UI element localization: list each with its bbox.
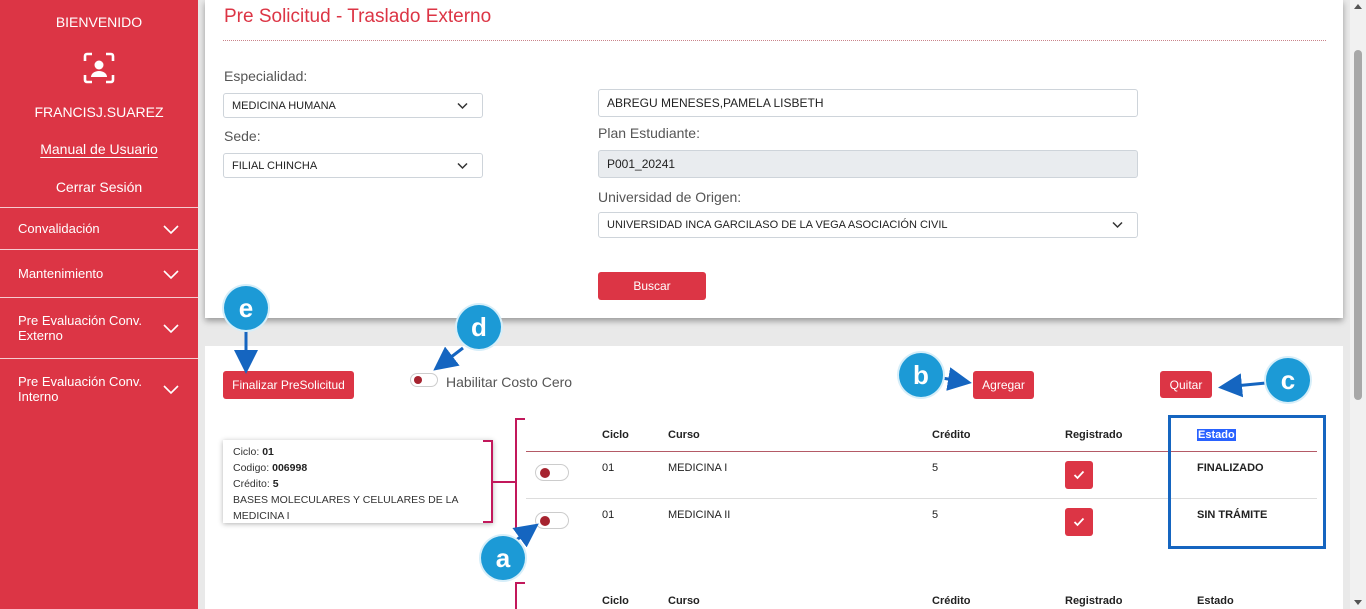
scroll-down-icon[interactable] — [1354, 600, 1362, 605]
annotation-badge-e: e — [224, 286, 268, 330]
sidebar-item-label: Pre Evaluación Conv. Interno — [18, 374, 143, 404]
header-credito: Crédito — [932, 429, 971, 441]
row1-curso: MEDICINA I — [668, 462, 728, 474]
row2-curso: MEDICINA II — [668, 509, 731, 521]
logout-link[interactable]: Cerrar Sesión — [0, 179, 198, 195]
sidebar-item-label: Mantenimiento — [18, 266, 104, 281]
table2-header-curso: Curso — [668, 595, 700, 607]
estado-highlight-box — [1168, 415, 1326, 549]
annotation-badge-a: a — [481, 536, 525, 580]
scroll-up-icon[interactable] — [1354, 4, 1362, 9]
costo-cero-toggle[interactable] — [410, 373, 438, 387]
row-select-toggle[interactable] — [535, 464, 569, 481]
search-form-card: Pre Solicitud - Traslado Externo Especia… — [205, 0, 1343, 318]
table2-header-estado: Estado — [1197, 595, 1234, 607]
page-scrollbar[interactable] — [1350, 0, 1366, 609]
finalizar-presolicitud-button[interactable]: Finalizar PreSolicitud — [223, 371, 354, 399]
universidad-label: Universidad de Origen: — [598, 189, 742, 205]
especialidad-select[interactable]: MEDICINA HUMANA — [223, 93, 483, 118]
tooltip-credito: Crédito: 5 — [233, 476, 483, 492]
plan-value: P001_20241 — [607, 157, 676, 171]
row2-credito: 5 — [932, 509, 939, 521]
header-curso: Curso — [668, 429, 700, 441]
sidebar-item-label: Pre Evaluación Conv. Externo — [18, 313, 143, 343]
sidebar-menu: Convalidación Mantenimiento Pre Evaluaci… — [0, 207, 198, 419]
sidebar-item-convalidacion[interactable]: Convalidación — [0, 207, 198, 249]
chevron-down-icon — [1112, 221, 1123, 229]
page-title: Pre Solicitud - Traslado Externo — [224, 6, 492, 27]
check-icon — [1073, 470, 1085, 480]
header-ciclo: Ciclo — [602, 429, 629, 441]
buscar-button[interactable]: Buscar — [598, 272, 706, 300]
toggle-knob — [540, 516, 550, 526]
scrollbar-thumb[interactable] — [1354, 50, 1362, 400]
student-name-input[interactable]: ABREGU MENESES,PAMELA LISBETH — [598, 89, 1138, 117]
user-manual-link[interactable]: Manual de Usuario — [0, 141, 198, 157]
row-select-toggle[interactable] — [535, 512, 569, 529]
toggle-knob — [540, 468, 550, 478]
table2-header-registrado: Registrado — [1065, 595, 1123, 607]
course-tooltip: Ciclo: 01 Codigo: 006998 Crédito: 5 BASE… — [223, 440, 493, 523]
table2-header-ciclo: Ciclo — [602, 595, 629, 607]
chevron-down-icon — [163, 385, 179, 395]
plan-input: P001_20241 — [598, 150, 1138, 178]
sidebar: BIENVENIDO FRANCISJ.SUAREZ Manual de Usu… — [0, 0, 198, 609]
tooltip-bracket — [483, 440, 493, 523]
bracket-connector — [493, 481, 515, 483]
sede-label: Sede: — [224, 128, 261, 144]
plan-label: Plan Estudiante: — [598, 125, 700, 141]
tooltip-codigo-label: Codigo: — [233, 462, 270, 474]
header-registrado: Registrado — [1065, 429, 1123, 441]
universidad-value: UNIVERSIDAD INCA GARCILASO DE LA VEGA AS… — [607, 219, 948, 231]
tooltip-credito-label: Crédito: — [233, 478, 270, 490]
quitar-button[interactable]: Quitar — [1160, 371, 1212, 398]
chevron-down-icon — [457, 162, 468, 170]
sidebar-item-mantenimiento[interactable]: Mantenimiento — [0, 249, 198, 297]
table2-bracket — [515, 582, 525, 609]
student-name-value: ABREGU MENESES,PAMELA LISBETH — [607, 96, 824, 110]
annotation-badge-b: b — [899, 353, 943, 397]
chevron-down-icon — [163, 224, 179, 234]
universidad-select[interactable]: UNIVERSIDAD INCA GARCILASO DE LA VEGA AS… — [598, 212, 1138, 238]
welcome-text: BIENVENIDO — [55, 14, 143, 30]
table-bracket — [515, 418, 525, 530]
username: FRANCISJ.SUAREZ — [34, 104, 164, 120]
sidebar-item-pre-evaluacion-interno[interactable]: Pre Evaluación Conv. Interno — [0, 358, 198, 419]
sidebar-item-pre-evaluacion-externo[interactable]: Pre Evaluación Conv. Externo — [0, 297, 198, 358]
sede-value: FILIAL CHINCHA — [232, 159, 318, 172]
table2-header-credito: Crédito — [932, 595, 971, 607]
toggle-knob — [414, 376, 422, 384]
row2-registrado-check[interactable] — [1065, 508, 1093, 536]
sidebar-item-label: Convalidación — [18, 221, 100, 236]
especialidad-value: MEDICINA HUMANA — [232, 99, 336, 112]
agregar-button[interactable]: Agregar — [973, 371, 1034, 399]
annotation-badge-c: c — [1266, 358, 1310, 402]
row1-credito: 5 — [932, 462, 939, 474]
costo-cero-label: Habilitar Costo Cero — [446, 374, 573, 390]
tooltip-codigo-value: 006998 — [272, 462, 308, 474]
especialidad-label: Especialidad: — [224, 68, 308, 84]
chevron-down-icon — [163, 269, 179, 279]
annotation-badge-d: d — [457, 305, 501, 349]
chevron-down-icon — [163, 324, 179, 334]
row2-ciclo: 01 — [602, 509, 615, 521]
tooltip-ciclo-value: 01 — [262, 446, 274, 458]
tooltip-codigo: Codigo: 006998 — [233, 460, 483, 476]
tooltip-credito-value: 5 — [272, 478, 279, 490]
tooltip-ciclo: Ciclo: 01 — [233, 444, 483, 460]
user-scan-icon — [83, 52, 115, 84]
check-icon — [1073, 517, 1085, 527]
sede-select[interactable]: FILIAL CHINCHA — [223, 153, 483, 178]
tooltip-description: BASES MOLECULARES Y CELULARES DE LA MEDI… — [233, 494, 458, 522]
tooltip-ciclo-label: Ciclo: — [233, 446, 260, 458]
title-divider — [223, 40, 1326, 41]
row1-ciclo: 01 — [602, 462, 615, 474]
row1-registrado-check[interactable] — [1065, 461, 1093, 489]
chevron-down-icon — [457, 102, 468, 110]
